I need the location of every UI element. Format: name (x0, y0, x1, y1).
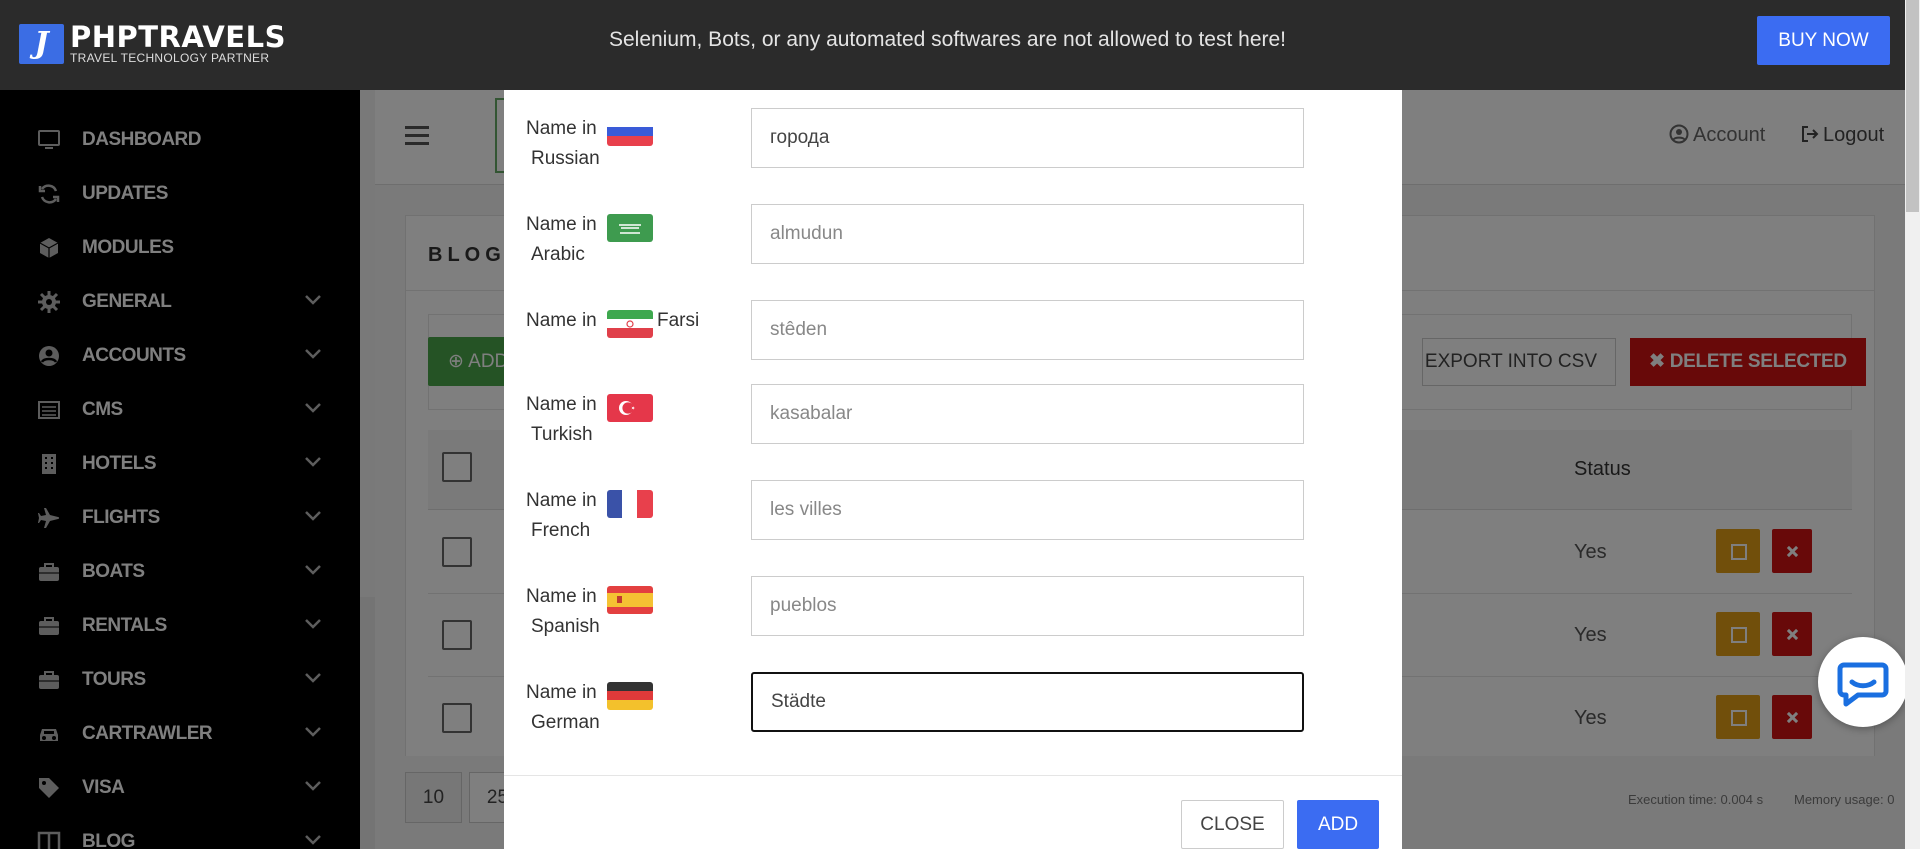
close-button[interactable]: CLOSE (1181, 800, 1284, 849)
language-name: French (531, 520, 591, 541)
modal-footer-divider (504, 775, 1402, 776)
field-label-prefix: Name in (526, 394, 597, 415)
top-bar: J PHPTRAVELS TRAVEL TECHNOLOGY PARTNER S… (0, 0, 1920, 90)
language-name: Arabic (531, 244, 585, 265)
language-row-spanish: Name in Spanish (504, 576, 1402, 646)
modal-add-button[interactable]: ADD (1297, 800, 1379, 849)
spanish-name-input[interactable] (751, 576, 1304, 636)
russian-name-input[interactable] (751, 108, 1304, 168)
saudi-flag-icon (607, 214, 653, 242)
buy-now-button[interactable]: BUY NOW (1757, 16, 1890, 65)
language-name: German (531, 712, 600, 733)
language-name: Russian (531, 148, 600, 169)
field-label-prefix: Name in (526, 682, 597, 703)
field-label-prefix: Name in (526, 214, 597, 235)
field-label-prefix: Name in (526, 118, 597, 139)
language-row-farsi: Name in Farsi (504, 300, 1402, 370)
france-flag-icon (607, 490, 653, 518)
translation-modal: CLOSE ADD Name inRussianName inArabicNam… (504, 90, 1402, 849)
language-name: Turkish (531, 424, 593, 445)
russia-flag-icon (607, 118, 653, 146)
german-name-input[interactable] (751, 672, 1304, 732)
field-label-prefix: Name in (526, 310, 597, 331)
field-label-prefix: Name in (526, 586, 597, 607)
chat-widget-button[interactable] (1818, 637, 1908, 727)
language-row-turkish: Name in Turkish (504, 384, 1402, 454)
language-row-german: Name in German (504, 672, 1402, 742)
spain-flag-icon (607, 586, 653, 614)
germany-flag-icon (607, 682, 653, 710)
language-name: Spanish (531, 616, 600, 637)
iran-flag-icon (607, 310, 653, 338)
language-row-french: Name in French (504, 480, 1402, 550)
brand-tagline: TRAVEL TECHNOLOGY PARTNER (70, 51, 270, 65)
arabic-name-input[interactable] (751, 204, 1304, 264)
turkey-flag-icon (607, 394, 653, 422)
language-row-arabic: Name in Arabic (504, 204, 1402, 274)
farsi-name-input[interactable] (751, 300, 1304, 360)
french-name-input[interactable] (751, 480, 1304, 540)
field-label-prefix: Name in (526, 490, 597, 511)
language-name: Farsi (657, 310, 700, 331)
automation-notice: Selenium, Bots, or any automated softwar… (608, 28, 1287, 51)
language-row-russian: Name in Russian (504, 108, 1402, 178)
turkish-name-input[interactable] (751, 384, 1304, 444)
chat-bubble-icon (1837, 662, 1889, 707)
page-scrollbar-thumb[interactable] (1906, 0, 1919, 212)
